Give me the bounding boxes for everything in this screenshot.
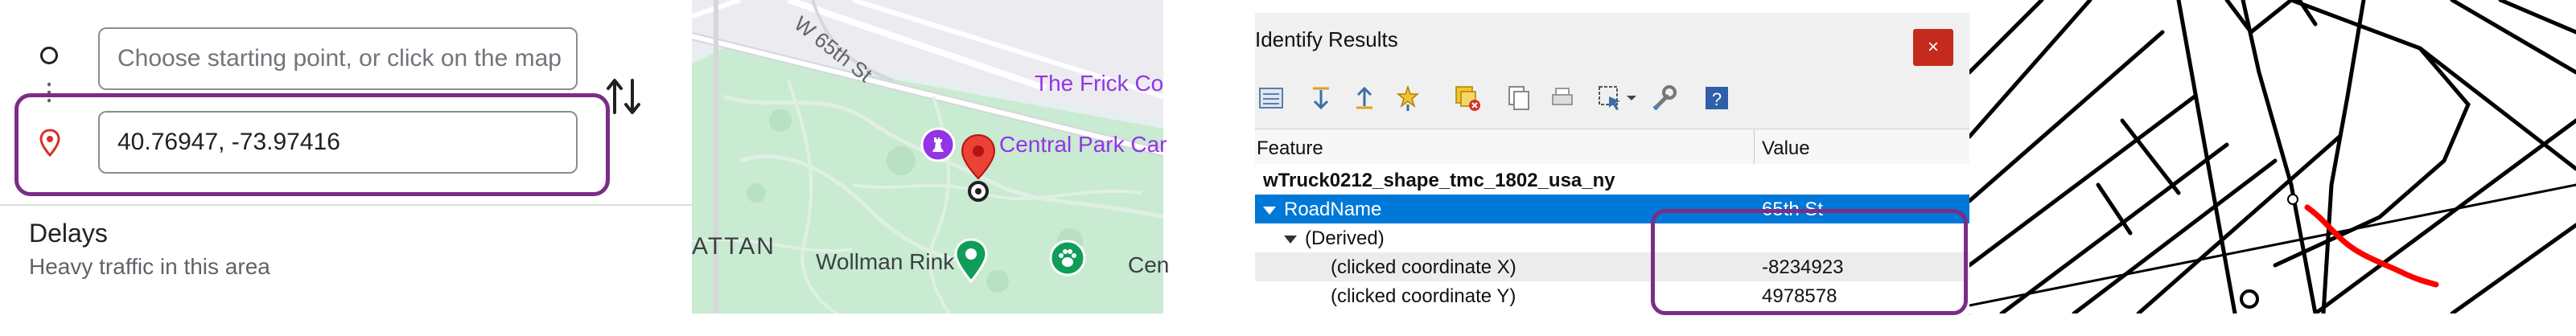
clear-results-icon[interactable] xyxy=(1453,84,1482,113)
expand-new-features-icon[interactable] xyxy=(1393,84,1422,113)
print-icon[interactable] xyxy=(1548,84,1577,113)
results-table-header: Feature Value xyxy=(1255,129,1969,166)
zoo-paw-marker-icon[interactable] xyxy=(1049,240,1086,277)
road-network-canvas xyxy=(1969,0,2576,313)
chess-place-marker-icon[interactable] xyxy=(920,127,956,162)
column-separator[interactable] xyxy=(1754,129,1755,165)
clicked-point-marker xyxy=(2287,194,2298,205)
window-title: Identify Results xyxy=(1255,27,1398,51)
delays-subtitle: Heavy traffic in this area xyxy=(29,254,270,279)
frick-label: The Frick Co xyxy=(1035,71,1164,96)
expand-arrow-icon[interactable] xyxy=(1263,206,1276,215)
expand-arrow-icon[interactable] xyxy=(1284,235,1297,244)
feature-label: (clicked coordinate Y) xyxy=(1331,285,1516,307)
destination-highlight-box xyxy=(14,93,610,196)
node-marker xyxy=(2240,289,2259,309)
close-button[interactable]: × xyxy=(1913,29,1953,66)
map-pin-icon[interactable] xyxy=(957,132,999,204)
feature-column-header[interactable]: Feature xyxy=(1257,137,1323,160)
title-bar: Identify Results × xyxy=(1255,13,1969,69)
directions-panel: Choose starting point, or click on the m… xyxy=(0,0,692,336)
form-view-icon[interactable] xyxy=(1257,84,1286,113)
rink-marker-icon[interactable] xyxy=(954,238,988,283)
identify-toolbar: ? xyxy=(1255,76,1969,124)
value-column-header[interactable]: Value xyxy=(1762,137,1810,160)
copy-feature-icon[interactable] xyxy=(1504,84,1533,113)
starting-point-circle-icon xyxy=(40,47,58,64)
central-park-label: Central Park Car xyxy=(999,132,1167,157)
dropdown-arrow-icon[interactable] xyxy=(1622,84,1641,113)
layer-name: wTruck0212_shape_tmc_1802_usa_ny xyxy=(1263,170,1615,191)
swap-directions-icon[interactable] xyxy=(605,76,642,117)
coordinates-highlight-box xyxy=(1651,209,1968,315)
delays-title: Delays xyxy=(29,219,108,248)
svg-text:?: ? xyxy=(1712,89,1722,109)
road-network-map[interactable] xyxy=(1969,0,2576,313)
feature-label: (clicked coordinate X) xyxy=(1331,256,1516,278)
help-icon[interactable]: ? xyxy=(1702,84,1731,113)
district-label: ATTAN xyxy=(692,233,776,260)
expand-tree-icon[interactable] xyxy=(1307,84,1335,113)
settings-wrench-icon[interactable] xyxy=(1649,84,1678,113)
divider xyxy=(0,204,692,206)
starting-point-input[interactable]: Choose starting point, or click on the m… xyxy=(98,27,578,90)
zoo-label: Cen xyxy=(1128,252,1170,277)
feature-label: (Derived) xyxy=(1305,227,1385,249)
wollman-rink-label: Wollman Rink xyxy=(816,249,955,274)
feature-label: RoadName xyxy=(1284,199,1382,220)
collapse-tree-icon[interactable] xyxy=(1350,84,1379,113)
select-identify-mode-icon[interactable] xyxy=(1596,84,1625,113)
layer-row[interactable]: wTruck0212_shape_tmc_1802_usa_ny xyxy=(1255,166,1969,195)
